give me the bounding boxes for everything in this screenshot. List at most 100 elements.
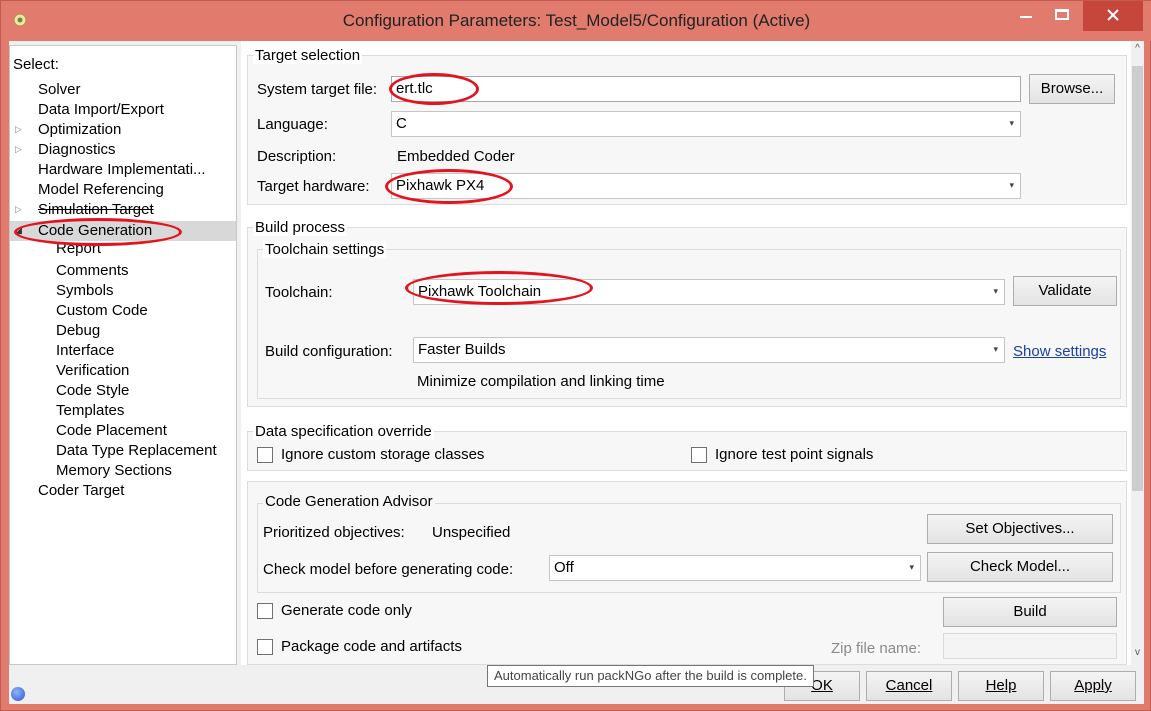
build-configuration-hint: Minimize compilation and linking time bbox=[417, 373, 665, 390]
help-label: Help bbox=[985, 677, 1017, 694]
tree-item-model-referencing[interactable]: Model Referencing bbox=[38, 180, 164, 200]
check-model-select[interactable]: Off ▾ bbox=[549, 555, 921, 581]
dialog-client: Select: Solver Data Import/Export ▷ Opti… bbox=[9, 41, 1144, 704]
scrollbar-thumb[interactable] bbox=[1132, 66, 1143, 491]
check-model-label: Check model before generating code: bbox=[263, 561, 514, 578]
tree-item-code-placement[interactable]: Code Placement bbox=[56, 421, 167, 441]
language-select[interactable]: C ▾ bbox=[391, 111, 1021, 137]
ignore-test-point-checkbox[interactable] bbox=[691, 447, 707, 463]
maximize-button[interactable] bbox=[1047, 1, 1077, 31]
tree-item-data-type-replacement[interactable]: Data Type Replacement bbox=[56, 441, 217, 461]
set-objectives-button[interactable]: Set Objectives... bbox=[927, 514, 1113, 544]
zip-file-name-label: Zip file name: bbox=[831, 640, 922, 657]
chevron-down-icon: ▾ bbox=[993, 286, 998, 296]
vertical-scrollbar[interactable]: ^ v bbox=[1131, 41, 1144, 665]
target-hardware-value: Pixhawk PX4 bbox=[396, 177, 485, 194]
package-code-checkbox[interactable] bbox=[257, 639, 273, 655]
chevron-down-icon: ▾ bbox=[993, 344, 998, 354]
minimize-icon bbox=[1020, 16, 1032, 18]
select-label: Select: bbox=[13, 56, 59, 73]
description-value: Embedded Coder bbox=[397, 148, 515, 165]
cancel-button[interactable]: Cancel bbox=[866, 671, 952, 701]
build-button[interactable]: Build bbox=[943, 597, 1117, 627]
build-configuration-label: Build configuration: bbox=[265, 343, 393, 360]
toolchain-label: Toolchain: bbox=[265, 284, 333, 301]
tree-item-diagnostics[interactable]: Diagnostics bbox=[38, 140, 116, 160]
tree-item-debug[interactable]: Debug bbox=[56, 321, 100, 341]
tree-item-simulation-target[interactable]: Simulation Target bbox=[38, 200, 154, 220]
tree-item-symbols[interactable]: Symbols bbox=[56, 281, 114, 301]
chevron-down-icon: ▾ bbox=[1009, 180, 1014, 190]
target-hardware-label: Target hardware: bbox=[257, 178, 370, 195]
tree-item-coder-target[interactable]: Coder Target bbox=[38, 481, 124, 501]
build-configuration-value: Faster Builds bbox=[418, 341, 506, 358]
ignore-test-point-label: Ignore test point signals bbox=[715, 446, 874, 463]
build-process-title: Build process bbox=[253, 219, 348, 236]
target-selection-title: Target selection bbox=[253, 47, 363, 64]
close-icon bbox=[1107, 9, 1119, 21]
tree-item-optimization[interactable]: Optimization bbox=[38, 120, 121, 140]
settings-panel: Target selection System target file: ert… bbox=[241, 41, 1131, 665]
check-model-value: Off bbox=[554, 559, 574, 576]
system-target-file-label: System target file: bbox=[257, 81, 378, 98]
category-tree[interactable]: Select: Solver Data Import/Export ▷ Opti… bbox=[9, 45, 237, 665]
target-hardware-select[interactable]: Pixhawk PX4 ▾ bbox=[391, 173, 1021, 199]
help-info-icon[interactable] bbox=[11, 687, 25, 701]
browse-button[interactable]: Browse... bbox=[1029, 74, 1115, 104]
chevron-down-icon: ▾ bbox=[1009, 118, 1014, 128]
data-spec-override-title: Data specification override bbox=[253, 423, 434, 440]
toolchain-settings-title: Toolchain settings bbox=[263, 241, 387, 258]
apply-label: Apply bbox=[1074, 677, 1112, 694]
chevron-down-icon: ▾ bbox=[909, 562, 914, 572]
scroll-down-icon[interactable]: v bbox=[1132, 647, 1143, 658]
tree-item-comments[interactable]: Comments bbox=[56, 261, 129, 281]
advisor-title: Code Generation Advisor bbox=[263, 493, 435, 510]
dialog-window: Configuration Parameters: Test_Model5/Co… bbox=[0, 0, 1151, 711]
expand-arrow-icon[interactable]: ▷ bbox=[15, 204, 22, 215]
prioritized-objectives-value: Unspecified bbox=[432, 524, 511, 541]
tree-item-interface[interactable]: Interface bbox=[56, 341, 114, 361]
tree-item-code-style[interactable]: Code Style bbox=[56, 381, 129, 401]
validate-button[interactable]: Validate bbox=[1013, 276, 1117, 306]
close-button[interactable] bbox=[1083, 1, 1143, 31]
expand-arrow-icon[interactable]: ▷ bbox=[15, 144, 22, 155]
tree-item-memory-sections[interactable]: Memory Sections bbox=[56, 461, 172, 481]
scroll-up-icon[interactable]: ^ bbox=[1132, 43, 1143, 54]
language-value: C bbox=[396, 115, 407, 132]
tree-item-solver[interactable]: Solver bbox=[38, 80, 81, 100]
tree-item-templates[interactable]: Templates bbox=[56, 401, 124, 421]
toolchain-select[interactable]: Pixhawk Toolchain ▾ bbox=[413, 279, 1005, 305]
minimize-button[interactable] bbox=[1011, 1, 1041, 31]
ignore-storage-checkbox[interactable] bbox=[257, 447, 273, 463]
description-label: Description: bbox=[257, 148, 337, 165]
tree-item-code-generation[interactable]: Code Generation bbox=[38, 221, 152, 241]
title-bar[interactable]: Configuration Parameters: Test_Model5/Co… bbox=[1, 1, 1151, 41]
help-button[interactable]: Help bbox=[958, 671, 1044, 701]
build-configuration-select[interactable]: Faster Builds ▾ bbox=[413, 337, 1005, 363]
language-label: Language: bbox=[257, 116, 328, 133]
toolchain-value: Pixhawk Toolchain bbox=[418, 283, 542, 300]
system-target-file-field[interactable]: ert.tlc bbox=[391, 76, 1021, 102]
tree-item-report[interactable]: Report bbox=[56, 239, 101, 259]
maximize-icon bbox=[1055, 9, 1069, 20]
generate-code-only-checkbox[interactable] bbox=[257, 603, 273, 619]
expand-arrow-icon[interactable]: ▷ bbox=[15, 124, 22, 135]
tree-item-hardware-implementation[interactable]: Hardware Implementati... bbox=[38, 160, 206, 180]
check-model-button[interactable]: Check Model... bbox=[927, 552, 1113, 582]
toolchain-settings-group bbox=[257, 249, 1121, 399]
cancel-label: Cancel bbox=[885, 677, 933, 694]
ok-label: OK bbox=[811, 677, 833, 694]
ignore-storage-label: Ignore custom storage classes bbox=[281, 446, 485, 463]
show-settings-link[interactable]: Show settings bbox=[1013, 343, 1106, 360]
apply-button[interactable]: Apply bbox=[1050, 671, 1136, 701]
collapse-arrow-icon[interactable]: ◢ bbox=[15, 225, 22, 236]
tree-item-custom-code[interactable]: Custom Code bbox=[56, 301, 148, 321]
zip-file-name-input[interactable] bbox=[943, 633, 1117, 659]
tooltip: Automatically run packNGo after the buil… bbox=[487, 665, 814, 687]
window-title: Configuration Parameters: Test_Model5/Co… bbox=[342, 11, 811, 30]
tree-item-data-import-export[interactable]: Data Import/Export bbox=[38, 100, 164, 120]
package-code-label: Package code and artifacts bbox=[281, 638, 462, 655]
generate-code-only-label: Generate code only bbox=[281, 602, 412, 619]
prioritized-objectives-label: Prioritized objectives: bbox=[263, 524, 405, 541]
tree-item-verification[interactable]: Verification bbox=[56, 361, 129, 381]
